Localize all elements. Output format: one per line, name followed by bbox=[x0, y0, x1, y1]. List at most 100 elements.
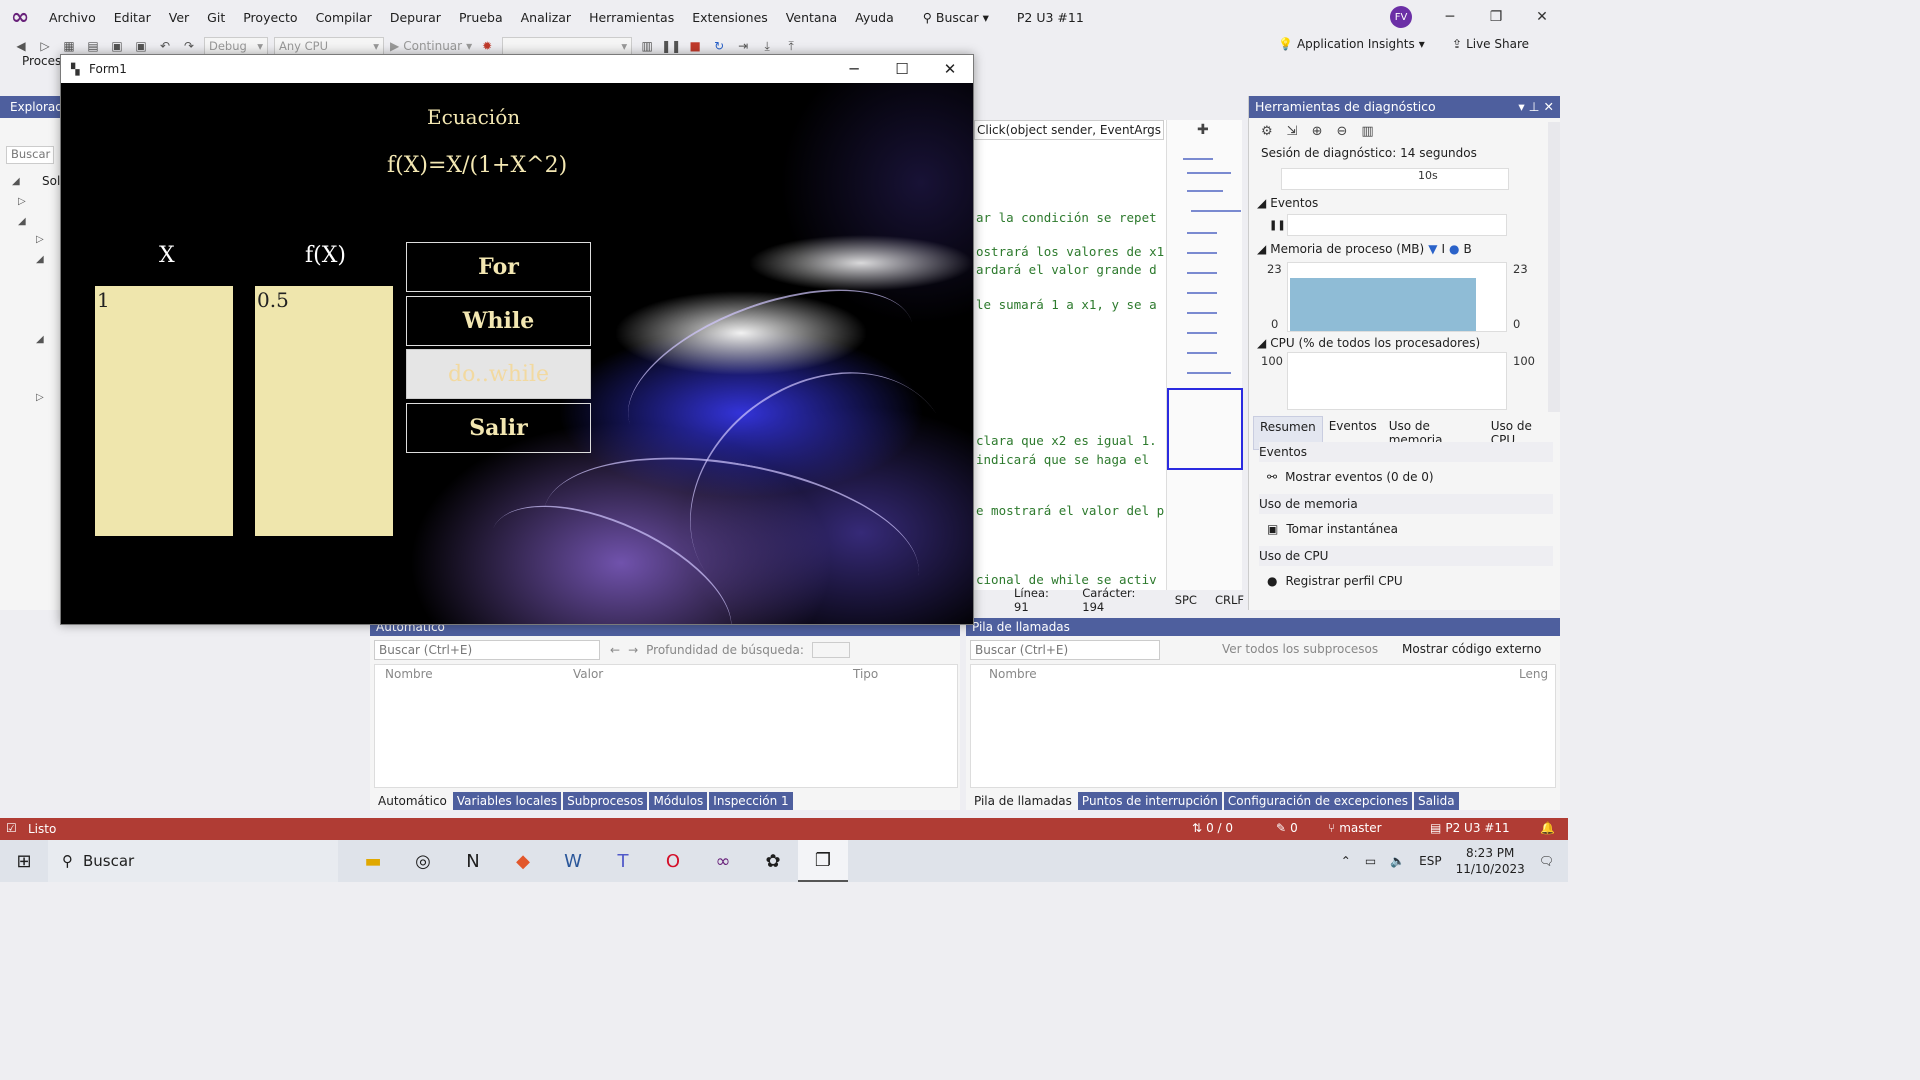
step-over-icon[interactable]: ⇥ bbox=[734, 37, 752, 55]
menu-ventana[interactable]: Ventana bbox=[777, 10, 846, 25]
pin-close-icons[interactable]: ▾ ⊥ ✕ bbox=[1518, 99, 1554, 115]
chevron-up-icon[interactable]: ⌃ bbox=[1341, 854, 1351, 868]
call-stack-search-input[interactable]: Buscar (Ctrl+E) bbox=[970, 640, 1160, 660]
form-app-icon[interactable]: ❐ bbox=[798, 840, 848, 882]
notification-center-icon[interactable]: 🗨 bbox=[1539, 854, 1554, 868]
pause-icon[interactable]: ❚❚ bbox=[661, 37, 681, 55]
code-editor[interactable]: ar la condición se repet ostrará los val… bbox=[974, 120, 1166, 590]
pause-icon[interactable]: ❚❚ bbox=[1269, 220, 1286, 231]
back-icon[interactable]: ← bbox=[610, 643, 620, 657]
step-out-icon[interactable]: ⤒ bbox=[782, 37, 800, 55]
brave-browser-icon[interactable]: ◆ bbox=[498, 840, 548, 882]
diagnostic-timeline[interactable]: 10s bbox=[1281, 168, 1509, 190]
menu-extensiones[interactable]: Extensiones bbox=[683, 10, 777, 25]
show-all-threads-button[interactable]: Ver todos los subprocesos bbox=[1222, 642, 1378, 656]
tab-automatico[interactable]: Automático bbox=[374, 792, 451, 810]
maximize-icon[interactable]: ☐ bbox=[879, 55, 925, 83]
tab-subprocesos[interactable]: Subprocesos bbox=[563, 792, 648, 810]
volume-icon[interactable]: 🔈 bbox=[1390, 854, 1405, 868]
form1-titlebar[interactable]: ▚ Form1 ─ ☐ ✕ bbox=[61, 55, 973, 83]
expand-icon[interactable]: ◢ bbox=[36, 334, 44, 345]
config-combo[interactable]: Debug ▾ bbox=[204, 37, 268, 55]
expand-icon[interactable]: ▷ bbox=[36, 392, 44, 403]
column-valor[interactable]: Valor bbox=[573, 667, 603, 681]
minimize-icon[interactable]: ─ bbox=[831, 55, 877, 83]
expand-icon[interactable]: ◢ bbox=[36, 254, 44, 265]
expand-icon[interactable]: ◢ bbox=[18, 216, 26, 227]
tab-modulos[interactable]: Módulos bbox=[649, 792, 708, 810]
column-nombre[interactable]: Nombre bbox=[989, 667, 1037, 681]
search-depth-combo[interactable] bbox=[811, 642, 850, 658]
salir-button[interactable]: Salir bbox=[406, 403, 591, 453]
stop-icon[interactable]: ■ bbox=[686, 37, 704, 55]
do-while-button[interactable]: do..while bbox=[406, 349, 591, 399]
new-project-icon[interactable]: ▦ bbox=[60, 37, 78, 55]
restart-icon[interactable]: ↻ bbox=[710, 37, 728, 55]
show-external-code-button[interactable]: Mostrar código externo bbox=[1402, 642, 1541, 656]
solution-explorer-search-input[interactable]: Buscar e bbox=[6, 146, 54, 164]
menu-compilar[interactable]: Compilar bbox=[307, 10, 381, 25]
back-icon[interactable]: ◀ bbox=[12, 37, 30, 55]
gear-icon[interactable]: ⚙ bbox=[1261, 124, 1273, 139]
chart-icon[interactable]: ▥ bbox=[1361, 124, 1373, 139]
expand-icon[interactable]: ▷ bbox=[18, 196, 26, 207]
teams-icon[interactable]: T bbox=[598, 840, 648, 882]
process-combo[interactable]: ▾ bbox=[502, 37, 633, 55]
opera-icon[interactable]: O bbox=[648, 840, 698, 882]
word-icon[interactable]: W bbox=[548, 840, 598, 882]
take-snapshot-link[interactable]: ▣ Tomar instantánea bbox=[1267, 522, 1398, 536]
menu-archivo[interactable]: Archivo bbox=[40, 10, 105, 25]
menu-herramientas[interactable]: Herramientas bbox=[580, 10, 683, 25]
battery-icon[interactable]: ▭ bbox=[1365, 854, 1376, 868]
visual-studio-icon[interactable]: ∞ bbox=[698, 840, 748, 882]
menu-git[interactable]: Git bbox=[198, 10, 234, 25]
menu-depurar[interactable]: Depurar bbox=[381, 10, 450, 25]
call-stack-grid[interactable]: Nombre Leng bbox=[970, 664, 1556, 788]
list-item[interactable]: 0.5 bbox=[257, 288, 391, 312]
expand-icon[interactable]: ◢ bbox=[12, 176, 20, 187]
column-tipo[interactable]: Tipo bbox=[853, 667, 878, 681]
paint-icon[interactable]: ✿ bbox=[748, 840, 798, 882]
close-icon[interactable]: ✕ bbox=[1522, 4, 1562, 30]
taskbar-search-box[interactable]: ⚲ Buscar bbox=[48, 840, 338, 882]
tab-inspeccion[interactable]: Inspección 1 bbox=[709, 792, 793, 810]
hot-reload-icon[interactable]: ✹ bbox=[478, 37, 496, 55]
edits-status[interactable]: ✎ 0 bbox=[1276, 821, 1298, 835]
spacing-mode[interactable]: SPC bbox=[1175, 593, 1197, 607]
app-icon[interactable]: ◎ bbox=[398, 840, 448, 882]
autos-search-input[interactable]: Buscar (Ctrl+E) bbox=[374, 640, 600, 660]
language-indicator[interactable]: ESP bbox=[1419, 854, 1441, 868]
live-share-button[interactable]: ⇪ Live Share bbox=[1452, 37, 1529, 51]
code-minimap[interactable]: ✚ bbox=[1166, 120, 1243, 590]
column-nombre[interactable]: Nombre bbox=[385, 667, 433, 681]
minimize-icon[interactable]: ─ bbox=[1430, 4, 1470, 30]
zoom-in-icon[interactable]: ⊕ bbox=[1312, 124, 1323, 139]
minimap-viewport[interactable] bbox=[1167, 388, 1243, 470]
forward-icon[interactable]: → bbox=[628, 643, 638, 657]
tab-puntos-interrupcion[interactable]: Puntos de interrupción bbox=[1077, 792, 1222, 810]
clock[interactable]: 8:23 PM 11/10/2023 bbox=[1456, 845, 1525, 877]
user-avatar[interactable]: FV bbox=[1390, 6, 1412, 28]
search-menu-button[interactable]: ⚲ Buscar ▾ bbox=[915, 10, 997, 25]
platform-combo[interactable]: Any CPU ▾ bbox=[274, 37, 384, 55]
step-into-icon[interactable]: ⤓ bbox=[758, 37, 776, 55]
menu-prueba[interactable]: Prueba bbox=[450, 10, 512, 25]
solution-tree-item[interactable]: Sol bbox=[42, 174, 60, 188]
menu-ver[interactable]: Ver bbox=[160, 10, 198, 25]
undo-icon[interactable]: ↶ bbox=[156, 37, 174, 55]
tab-variables-locales[interactable]: Variables locales bbox=[452, 792, 562, 810]
restore-icon[interactable]: ❐ bbox=[1476, 4, 1516, 30]
for-button[interactable]: For bbox=[406, 242, 591, 292]
redo-icon[interactable]: ↷ bbox=[180, 37, 198, 55]
record-cpu-link[interactable]: ● Registrar perfil CPU bbox=[1267, 574, 1403, 588]
open-folder-icon[interactable]: ▤ bbox=[84, 37, 102, 55]
menu-ayuda[interactable]: Ayuda bbox=[846, 10, 903, 25]
windows-start-icon[interactable]: ⊞ bbox=[0, 840, 48, 882]
while-button[interactable]: While bbox=[406, 296, 591, 346]
show-events-link[interactable]: ⚯ Mostrar eventos (0 de 0) bbox=[1267, 470, 1434, 484]
zoom-out-icon[interactable]: ⊖ bbox=[1336, 124, 1347, 139]
method-combo[interactable]: Click(object sender, EventArgs e) bbox=[974, 120, 1164, 140]
column-lenguaje[interactable]: Leng bbox=[1519, 667, 1548, 681]
tab-configuracion-excepciones[interactable]: Configuración de excepciones bbox=[1223, 792, 1412, 810]
diagnostic-scrollbar[interactable] bbox=[1548, 122, 1560, 412]
